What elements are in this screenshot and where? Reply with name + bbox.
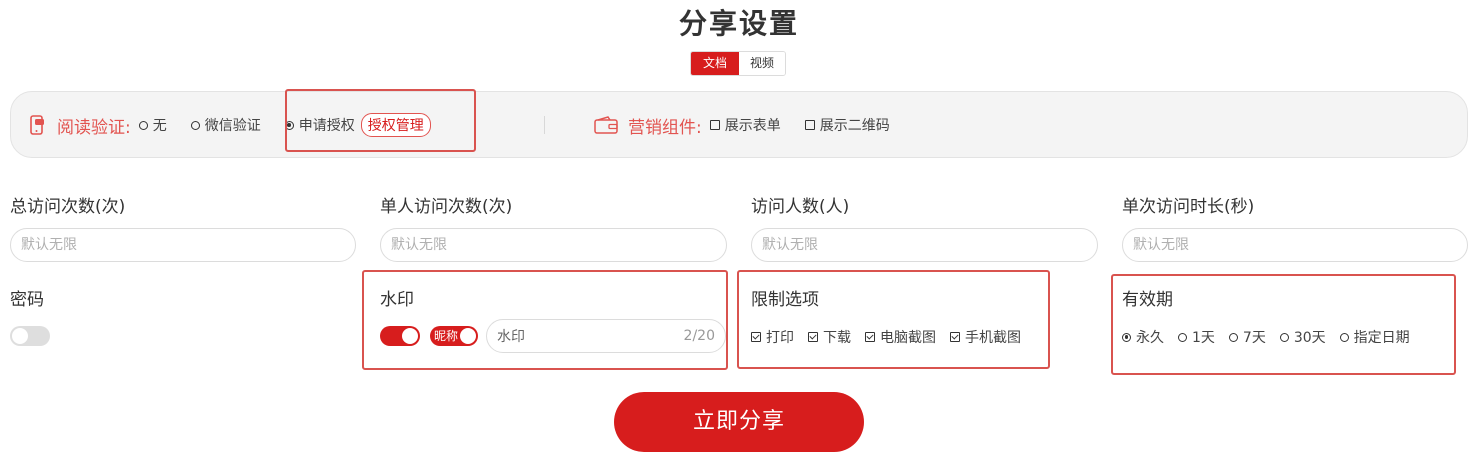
nickname-toggle[interactable]: 昵称 xyxy=(430,326,478,346)
password-label: 密码 xyxy=(10,290,44,310)
share-now-button[interactable]: 立即分享 xyxy=(614,392,864,452)
visit-duration-input[interactable] xyxy=(1122,228,1468,262)
checkbox-mobile-screenshot[interactable]: 手机截图 xyxy=(950,327,1021,347)
visit-duration-label: 单次访问时长(秒) xyxy=(1122,197,1255,217)
radio-permanent[interactable]: 永久 xyxy=(1122,327,1164,347)
tab-document[interactable]: 文档 xyxy=(691,52,740,75)
read-verify-label: 阅读验证: xyxy=(57,117,131,138)
checkbox-checked-icon xyxy=(865,332,875,342)
validity-label: 有效期 xyxy=(1122,290,1173,310)
watermark-text-input[interactable]: 水印 2/20 xyxy=(486,319,726,353)
radio-selected-icon xyxy=(1122,332,1131,342)
checkbox-show-form[interactable]: 展示表单 xyxy=(709,115,781,135)
visitor-count-label: 访问人数(人) xyxy=(751,197,850,217)
checkbox-print[interactable]: 打印 xyxy=(751,327,794,347)
total-visits-input[interactable] xyxy=(10,228,356,262)
tab-video[interactable]: 视频 xyxy=(739,52,786,75)
password-toggle[interactable] xyxy=(10,326,50,346)
radio-circle-icon xyxy=(1228,332,1238,342)
radio-30-days[interactable]: 30天 xyxy=(1279,327,1326,347)
radio-none[interactable]: 无 xyxy=(138,115,167,135)
checkbox-icon xyxy=(804,120,815,130)
radio-wechat-verify[interactable]: 微信验证 xyxy=(190,115,261,135)
per-user-visits-label: 单人访问次数(次) xyxy=(380,197,513,217)
divider xyxy=(544,116,545,134)
page-title: 分享设置 xyxy=(678,7,799,40)
per-user-visits-input[interactable] xyxy=(380,228,727,262)
checkbox-show-qrcode[interactable]: 展示二维码 xyxy=(804,115,890,135)
phone-lock-icon xyxy=(29,115,47,135)
watermark-char-count: 2/20 xyxy=(683,328,715,344)
checkbox-download[interactable]: 下载 xyxy=(808,327,851,347)
radio-circle-icon xyxy=(190,120,200,130)
marketing-label: 营销组件: xyxy=(628,117,702,138)
radio-7-days[interactable]: 7天 xyxy=(1228,327,1266,347)
content-type-tabs: 文档 视频 xyxy=(690,51,787,76)
radio-circle-icon xyxy=(1279,332,1289,342)
checkbox-checked-icon xyxy=(751,332,761,342)
radio-circle-icon xyxy=(138,120,148,130)
checkbox-checked-icon xyxy=(950,332,960,342)
checkbox-icon xyxy=(709,120,720,130)
radio-circle-icon xyxy=(1178,332,1187,342)
validity-options: 永久 1天 7天 30天 指定日期 xyxy=(1122,327,1410,347)
nickname-toggle-label: 昵称 xyxy=(434,329,459,343)
radio-apply-auth[interactable]: 申请授权 xyxy=(284,115,355,135)
watermark-text-value: 水印 xyxy=(497,329,525,345)
wallet-icon xyxy=(594,116,618,134)
watermark-toggle[interactable] xyxy=(380,326,420,346)
radio-circle-icon xyxy=(1339,332,1349,342)
visitor-count-input[interactable] xyxy=(751,228,1098,262)
radio-specific-date[interactable]: 指定日期 xyxy=(1339,327,1410,347)
restrictions-label: 限制选项 xyxy=(751,290,819,310)
restrictions-options: 打印 下载 电脑截图 手机截图 xyxy=(751,327,1021,347)
checkbox-pc-screenshot[interactable]: 电脑截图 xyxy=(865,327,936,347)
radio-1-day[interactable]: 1天 xyxy=(1178,327,1215,347)
auth-manage-link[interactable]: 授权管理 xyxy=(360,113,431,137)
radio-selected-icon xyxy=(284,120,294,130)
settings-panel: 阅读验证: 无 微信验证 申请授权 授权管理 营销组件: 展示表单 展示二维码 xyxy=(10,91,1468,158)
read-verify-group: 阅读验证: 无 微信验证 申请授权 授权管理 xyxy=(29,113,431,138)
checkbox-checked-icon xyxy=(808,332,818,342)
total-visits-label: 总访问次数(次) xyxy=(10,197,126,217)
marketing-group: 营销组件: 展示表单 展示二维码 xyxy=(594,113,914,138)
watermark-label: 水印 xyxy=(380,290,414,310)
